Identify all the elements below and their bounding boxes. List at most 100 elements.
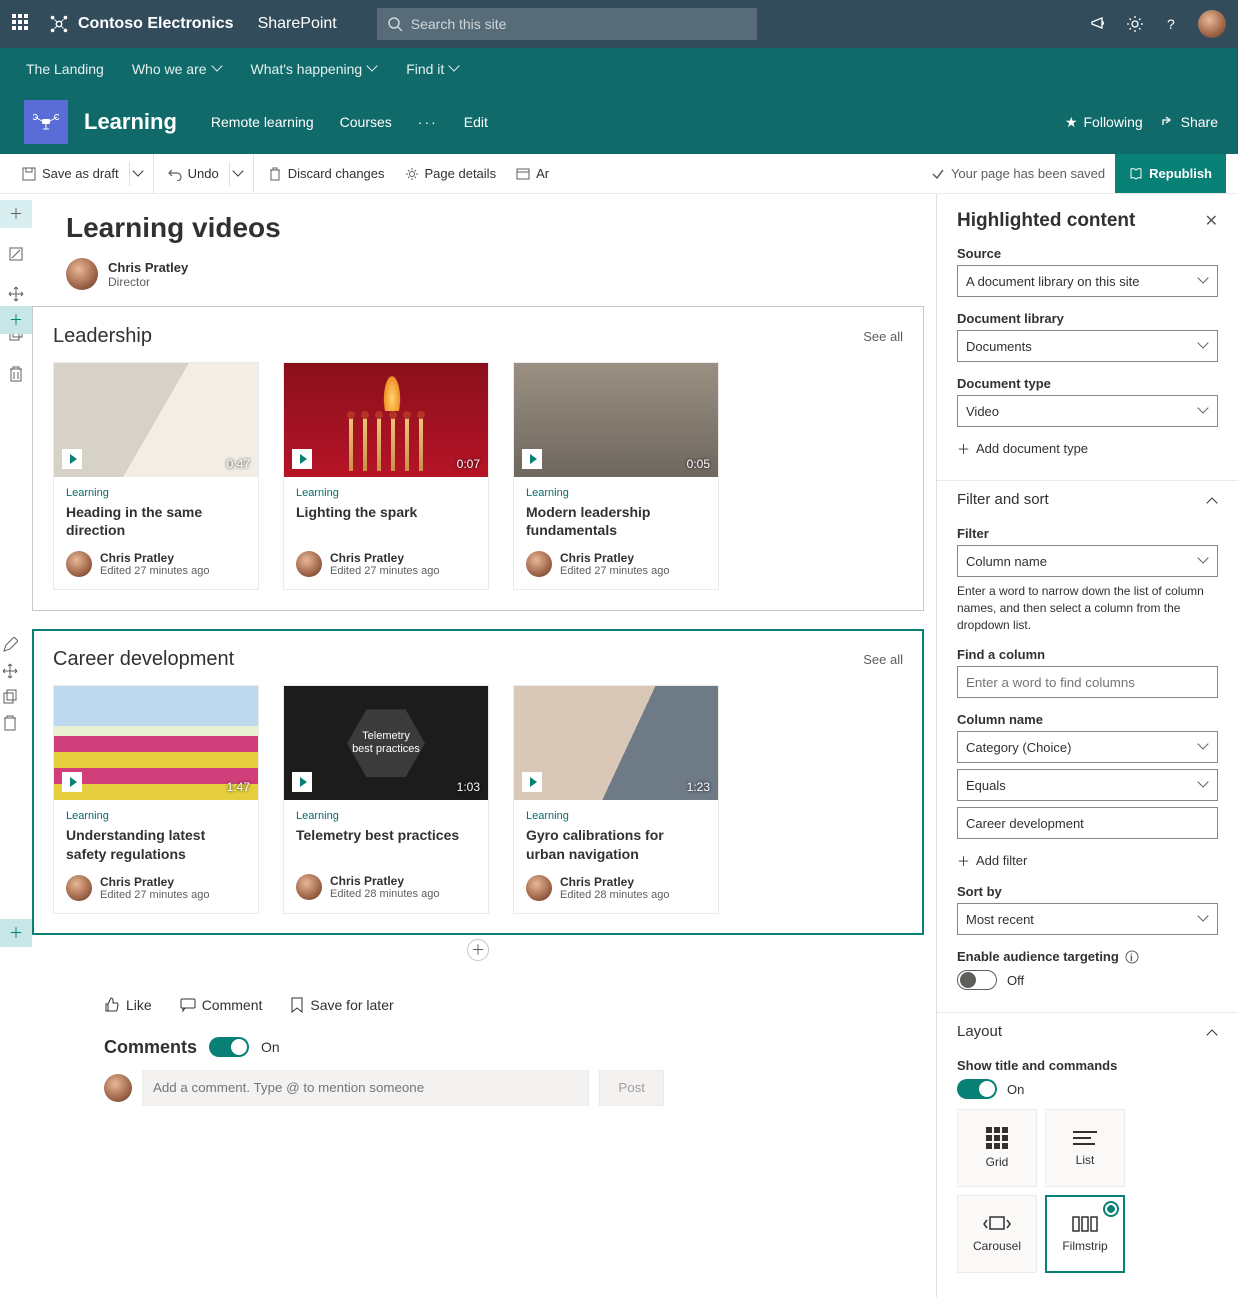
- discard-button[interactable]: Discard changes: [253, 154, 395, 193]
- sort-by-dropdown[interactable]: Most recent: [957, 903, 1218, 935]
- trash-icon: [268, 167, 282, 181]
- hub-nav-whats[interactable]: What's happening: [251, 61, 379, 77]
- author-role: Director: [108, 275, 188, 289]
- site-logo[interactable]: [24, 100, 68, 144]
- author-avatar: [526, 875, 552, 901]
- comment-button[interactable]: Comment: [180, 997, 263, 1013]
- edit-text-icon[interactable]: [2, 240, 30, 268]
- show-title-toggle[interactable]: [957, 1079, 997, 1099]
- add-section-inline[interactable]: ＋: [32, 935, 924, 965]
- add-doctype-link[interactable]: ＋Add document type: [957, 439, 1218, 458]
- user-avatar[interactable]: [1198, 10, 1226, 38]
- see-all-link[interactable]: See all: [863, 652, 903, 667]
- list-icon: [1073, 1129, 1097, 1147]
- webpart-leadership[interactable]: Leadership See all 0:47LearningHeading i…: [32, 306, 924, 611]
- post-button[interactable]: Post: [599, 1070, 664, 1106]
- video-card[interactable]: 1:23LearningGyro calibrations for urban …: [513, 685, 719, 913]
- doclib-dropdown[interactable]: Documents: [957, 330, 1218, 362]
- move-icon[interactable]: [2, 280, 30, 308]
- add-section-left[interactable]: ＋: [0, 306, 32, 334]
- undo-split[interactable]: [229, 162, 249, 186]
- chevron-up-icon[interactable]: [1208, 1027, 1218, 1037]
- layout-carousel-option[interactable]: Carousel: [957, 1195, 1037, 1273]
- video-title: Modern leadership fundamentals: [526, 503, 706, 539]
- find-column-input[interactable]: [957, 666, 1218, 698]
- video-author: Chris Pratley: [330, 874, 439, 888]
- brand-logo: [48, 13, 70, 35]
- column-name-dropdown[interactable]: Category (Choice): [957, 731, 1218, 763]
- show-title-state: On: [1007, 1082, 1024, 1097]
- search-placeholder: Search this site: [411, 16, 507, 32]
- doctype-dropdown[interactable]: Video: [957, 395, 1218, 427]
- settings-icon[interactable]: [1126, 15, 1144, 33]
- video-title: Lighting the spark: [296, 503, 476, 539]
- site-nav-remote[interactable]: Remote learning: [211, 114, 314, 130]
- layout-grid-option[interactable]: Grid: [957, 1109, 1037, 1187]
- play-icon: [62, 449, 82, 469]
- bookmark-icon: [290, 997, 304, 1013]
- hub-nav-landing[interactable]: The Landing: [26, 61, 104, 77]
- add-section-button[interactable]: ＋: [0, 200, 32, 228]
- site-title[interactable]: Learning: [84, 109, 177, 135]
- video-card[interactable]: Telemetry best practices1:03LearningTele…: [283, 685, 489, 913]
- video-thumbnail: 0:05: [514, 363, 718, 477]
- video-card[interactable]: 0:05LearningModern leadership fundamenta…: [513, 362, 719, 590]
- like-icon: [104, 997, 120, 1013]
- move-webpart-icon[interactable]: [2, 663, 18, 679]
- megaphone-icon[interactable]: [1090, 15, 1108, 33]
- hub-nav-find[interactable]: Find it: [406, 61, 460, 77]
- layout-list-option[interactable]: List: [1045, 1109, 1125, 1187]
- video-card[interactable]: 1:47LearningUnderstanding latest safety …: [53, 685, 259, 913]
- hub-nav-who[interactable]: Who we are: [132, 61, 223, 77]
- audience-toggle[interactable]: [957, 970, 997, 990]
- comment-input[interactable]: [142, 1070, 589, 1106]
- source-dropdown[interactable]: A document library on this site: [957, 265, 1218, 297]
- delete-webpart-icon[interactable]: [2, 715, 18, 731]
- filter-value-input[interactable]: Career development: [957, 807, 1218, 839]
- video-edited: Edited 28 minutes ago: [330, 888, 439, 900]
- site-nav-courses[interactable]: Courses: [340, 114, 392, 130]
- help-icon[interactable]: ?: [1162, 15, 1180, 33]
- filter-dropdown[interactable]: Column name: [957, 545, 1218, 577]
- video-duration: 1:03: [457, 780, 480, 794]
- gear-icon: [405, 167, 419, 181]
- video-thumbnail: 1:23: [514, 686, 718, 800]
- edit-webpart-icon[interactable]: [2, 637, 18, 653]
- add-filter-link[interactable]: ＋Add filter: [957, 851, 1218, 870]
- duplicate-webpart-icon[interactable]: [2, 689, 18, 705]
- site-nav-edit[interactable]: Edit: [464, 114, 488, 130]
- page-details-button[interactable]: Page details: [395, 154, 507, 193]
- ar-button[interactable]: Ar: [506, 154, 559, 193]
- add-section-left-bottom[interactable]: ＋: [0, 919, 32, 947]
- save-draft-split[interactable]: [129, 162, 149, 186]
- comments-toggle[interactable]: [209, 1037, 249, 1057]
- filmstrip-icon: [1070, 1215, 1100, 1233]
- search-box[interactable]: Search this site: [377, 8, 757, 40]
- save-draft-button[interactable]: Save as draft: [12, 154, 129, 193]
- republish-button[interactable]: Republish: [1115, 154, 1226, 193]
- layout-filmstrip-option[interactable]: Filmstrip: [1045, 1195, 1125, 1273]
- video-card[interactable]: 0:07LearningLighting the sparkChris Prat…: [283, 362, 489, 590]
- close-icon[interactable]: ✕: [1205, 211, 1218, 231]
- save-later-button[interactable]: Save for later: [290, 997, 393, 1013]
- see-all-link[interactable]: See all: [863, 329, 903, 344]
- site-nav-more[interactable]: ···: [418, 114, 438, 130]
- undo-button[interactable]: Undo: [153, 154, 229, 193]
- app-name[interactable]: SharePoint: [258, 15, 337, 33]
- like-button[interactable]: Like: [104, 997, 152, 1013]
- following-button[interactable]: ★Following: [1065, 114, 1143, 131]
- chevron-up-icon[interactable]: [1208, 495, 1218, 505]
- webpart-career[interactable]: Career development See all 1:47LearningU…: [32, 629, 924, 934]
- comments-toggle-label: On: [261, 1039, 280, 1055]
- check-icon: [931, 167, 945, 181]
- brand-name[interactable]: Contoso Electronics: [78, 15, 234, 33]
- operator-dropdown[interactable]: Equals: [957, 769, 1218, 801]
- delete-icon[interactable]: [2, 360, 30, 388]
- play-icon: [292, 449, 312, 469]
- info-icon[interactable]: i: [1125, 950, 1139, 964]
- share-button[interactable]: Share: [1161, 114, 1218, 131]
- app-launcher-icon[interactable]: [12, 14, 32, 34]
- video-duration: 0:05: [687, 457, 710, 471]
- video-category: Learning: [296, 810, 476, 822]
- video-card[interactable]: 0:47LearningHeading in the same directio…: [53, 362, 259, 590]
